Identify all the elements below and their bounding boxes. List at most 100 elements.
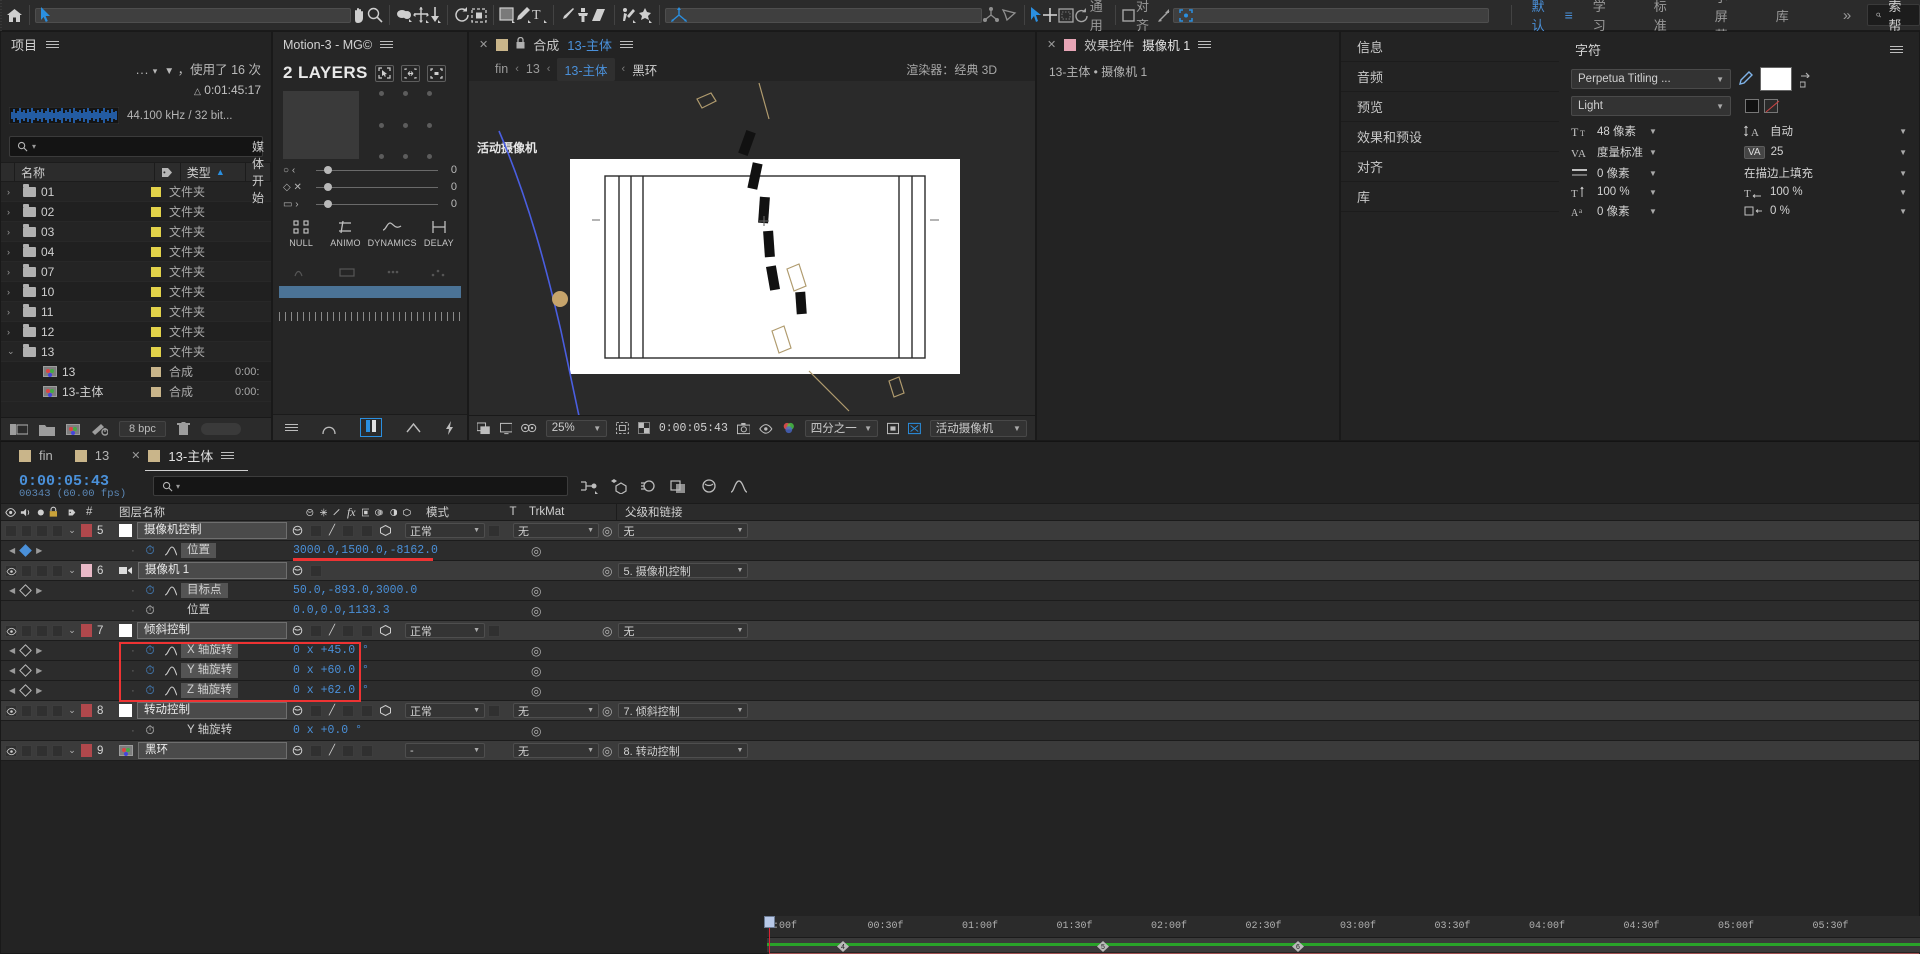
motion-anchor-grid[interactable] — [369, 91, 441, 159]
keyframe-nav[interactable]: ◀ ▶ — [1, 584, 53, 597]
hand-tool[interactable] — [351, 2, 367, 28]
timeline-property-row[interactable]: ◀ ▶ · ⏱ X 轴旋转 0 x +45.0 ° ◎ — [1, 641, 1919, 661]
timeline-search-input[interactable]: ▾ — [153, 476, 568, 496]
layer-name[interactable]: 转动控制 — [137, 702, 287, 719]
dynamics-button[interactable]: DYNAMICS — [368, 220, 417, 248]
snapshot-icon[interactable] — [736, 422, 751, 435]
layer-name-cell[interactable]: 转动控制 — [119, 701, 287, 721]
world-axis-icon[interactable] — [982, 2, 1000, 28]
font-style-select[interactable]: Light ▼ — [1571, 96, 1731, 116]
timeline-layer-row[interactable]: ⌄ 7 倾斜控制 ╱ 正常 ▼ ◎ 无 ▼ — [1, 621, 1919, 641]
parent-select[interactable]: 8. 转动控制 ▼ — [618, 743, 749, 758]
trkmat-select[interactable]: 无 ▼ — [513, 743, 599, 758]
layer-switches[interactable] — [1, 561, 63, 581]
character-panel-menu-icon[interactable] — [1890, 44, 1903, 55]
project-item-row[interactable]: › 01 文件夹 — [1, 182, 271, 202]
fill-color-swatch[interactable] — [1760, 67, 1792, 91]
disclosure-triangle-icon[interactable]: › — [7, 227, 18, 237]
pickwhip-icon[interactable]: ◎ — [602, 524, 612, 538]
motion-slider-row[interactable]: ○ ‹ 0 — [273, 159, 467, 176]
property-value[interactable]: 0.0,0.0,1133.3 — [293, 604, 390, 617]
prev-keyframe-icon[interactable]: ◀ — [9, 666, 15, 675]
swap-colors-icon[interactable] — [1800, 71, 1810, 78]
collapse-switch[interactable] — [310, 704, 322, 717]
select-layers-icon[interactable] — [374, 64, 394, 82]
pen-tool[interactable] — [515, 2, 531, 28]
font-family-select[interactable]: Perpetua Titling ... ▼ — [1571, 69, 1731, 89]
reset-colors-icon[interactable] — [1800, 81, 1810, 88]
layer-expand-icon[interactable]: ⌄ — [63, 741, 81, 761]
workspace-default[interactable]: 默认 — [1518, 0, 1559, 33]
prev-keyframe-icon[interactable]: ◀ — [9, 546, 15, 555]
pickwhip-icon[interactable]: ◎ — [531, 604, 541, 618]
layer-expand-icon[interactable]: ⌄ — [63, 561, 81, 581]
property-name-cell[interactable]: Z 轴旋转 — [181, 681, 281, 701]
layer-name[interactable]: 黑环 — [138, 742, 287, 759]
blend-mode-select[interactable]: 正常 ▼ — [405, 623, 485, 638]
eyedropper-icon[interactable] — [1737, 71, 1754, 87]
blend-mode-select[interactable]: - ▼ — [405, 743, 485, 758]
pickwhip-icon[interactable]: ◎ — [531, 584, 541, 598]
motion-timeline-strip[interactable] — [279, 286, 461, 298]
dock-item-0[interactable]: 信息 — [1341, 32, 1559, 62]
project-settings-icon[interactable] — [91, 423, 108, 436]
project-footer-pill[interactable] — [200, 423, 241, 435]
dock-item-4[interactable]: 对齐 — [1341, 152, 1559, 182]
preserve-transparency-cell[interactable] — [488, 701, 510, 721]
lock-icon[interactable] — [516, 36, 525, 52]
eraser-tool[interactable] — [591, 2, 608, 28]
project-panel-menu-icon[interactable] — [46, 39, 60, 50]
workspace-menu-icon[interactable]: ≡ — [1559, 7, 1579, 23]
stopwatch-icon[interactable]: ⏱ — [145, 543, 154, 558]
disclosure-triangle-icon[interactable]: › — [7, 267, 18, 277]
workspace-standard[interactable]: 标准 — [1640, 0, 1681, 33]
video-toggle[interactable] — [5, 524, 17, 537]
property-value-cell[interactable]: 0 x +0.0 ° — [281, 721, 531, 741]
timeline-layer-row[interactable]: ⌄ 9 黑环 ╱ - ▼ 无 ▼ ◎ 8. 转动控制 ▼ — [1, 741, 1919, 761]
graph-editor-toggle[interactable] — [161, 581, 181, 601]
slider-track[interactable] — [316, 199, 438, 208]
project-item-label-cell[interactable] — [143, 266, 169, 277]
graph-editor-toggle[interactable] — [161, 681, 181, 701]
breadcrumb-item-blackring[interactable]: 黑环 — [632, 60, 657, 79]
layer-expand-icon[interactable]: ⌄ — [63, 701, 81, 721]
property-value-cell[interactable]: 0.0,0.0,1133.3 — [281, 601, 531, 621]
motion-extra-4-icon[interactable] — [416, 258, 462, 278]
dock-item-2[interactable]: 预览 — [1341, 92, 1559, 122]
property-value-cell[interactable]: 0 x +62.0 ° — [281, 681, 531, 701]
lock-toggle[interactable] — [51, 624, 63, 637]
project-item-row[interactable]: › 04 文件夹 — [1, 242, 271, 262]
zoom-tool[interactable] — [367, 2, 383, 28]
project-item-label-cell[interactable] — [143, 246, 169, 257]
lightning-icon[interactable] — [445, 420, 455, 435]
color-depth-button[interactable]: 8 bpc — [119, 421, 166, 437]
video-toggle[interactable] — [5, 704, 17, 717]
collapse-switch[interactable] — [310, 744, 322, 757]
timeline-tab-fin[interactable]: fin — [19, 448, 75, 463]
column-type[interactable]: 类型 ▲ — [181, 162, 246, 182]
next-keyframe-icon[interactable]: ▶ — [36, 546, 42, 555]
trkmat-cell[interactable]: 无 ▼ — [510, 521, 602, 541]
motion-slider-row[interactable]: ◇ ✕ 0 — [273, 176, 467, 193]
property-name-cell[interactable]: X 轴旋转 — [181, 641, 281, 661]
timeline-layer-row[interactable]: ⌄ 6 摄像机 1 ◎ 5. 摄像机控制 ▼ — [1, 561, 1919, 581]
effect-controls-menu-icon[interactable] — [1198, 39, 1212, 50]
timeline-property-row[interactable]: ◀ ▶ · ⏱ Y 轴旋转 0 x +60.0 ° ◎ — [1, 661, 1919, 681]
layer-switch-cells[interactable]: ╱ — [287, 741, 402, 761]
blend-mode-cell[interactable]: 正常 ▼ — [402, 621, 488, 641]
solo-toggle[interactable] — [36, 564, 48, 577]
vertical-scale-row[interactable]: T 100 % ▼ — [1571, 186, 1734, 198]
pickwhip-icon[interactable]: ◎ — [531, 664, 541, 678]
collapse-switch[interactable] — [310, 524, 322, 537]
font-size-row[interactable]: TT 48 像素 ▼ — [1571, 123, 1734, 139]
pickwhip-icon[interactable]: ◎ — [602, 744, 612, 758]
keyframe-indicator[interactable] — [19, 584, 33, 597]
keyframe-indicator[interactable] — [19, 644, 33, 657]
home-icon[interactable] — [6, 2, 23, 28]
layer-label-swatch-cell[interactable] — [81, 701, 95, 721]
timeline-panel-menu-icon[interactable] — [221, 450, 235, 461]
pickwhip-icon[interactable]: ◎ — [531, 684, 541, 698]
trkmat-cell[interactable]: 无 ▼ — [510, 701, 602, 721]
workspace-library[interactable]: 库 — [1762, 0, 1803, 31]
quality-switch[interactable]: ╱ — [329, 625, 335, 636]
